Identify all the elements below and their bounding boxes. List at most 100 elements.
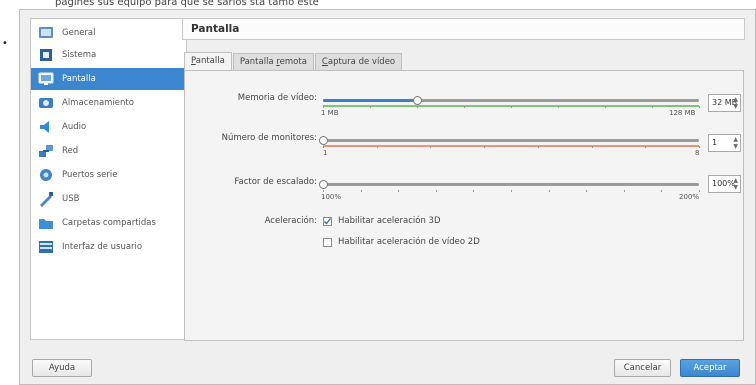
monitors-tick [376,146,378,148]
video-memory-tick [558,106,559,108]
cancel-button[interactable]: Cancelar [614,359,671,377]
scale-factor-spinbox[interactable]: 100% ▲ ▼ [708,175,741,193]
video-memory-tick [370,106,371,108]
sidebar-item-red[interactable]: Red [31,140,186,162]
scale-factor-tick [586,190,588,192]
sidebar-item-label: Carpetas compartidas [62,218,156,228]
sidebar-item-puertos-serie[interactable]: Puertos serie [31,164,186,186]
sidebar-item-label: Interfaz de usuario [62,242,143,252]
video-memory-slider-fill [323,99,417,102]
monitors-tick [430,146,432,148]
tab-captura-de-video[interactable]: Captura de vídeo [314,53,403,70]
general-icon [39,27,53,38]
video-memory-min-label: 1 MB [321,109,339,117]
sidebar-item-general[interactable]: General [31,22,186,44]
spin-arrows-icon[interactable]: ▲ ▼ [733,177,738,191]
sidebar-item-label: USB [62,194,80,204]
tab-bar: Pantalla Pantalla remota Captura de víde… [184,52,403,71]
tab-pantalla-remota[interactable]: Pantalla remota [232,53,314,70]
serial-port-icon [40,169,52,181]
checkbox-label: Habilitar aceleración de vídeo 2D [338,237,480,247]
scale-factor-tick [360,190,362,192]
sidebar-item-almacenamiento[interactable]: Almacenamiento [31,92,186,114]
monitors-slider-handle[interactable] [319,136,328,145]
enable-2d-video-acceleration-checkbox[interactable]: Habilitar aceleración de vídeo 2D [323,237,480,247]
scale-factor-max-label: 200% [679,193,700,201]
monitors-max-label: 8 [695,149,700,157]
accept-button[interactable]: Aceptar [680,359,740,377]
help-button[interactable]: Ayuda [32,359,92,377]
video-memory-tick [323,106,324,108]
page-title: Pantalla [191,23,240,35]
video-memory-slider-track[interactable] [323,99,699,102]
sidebar-item-label: Almacenamiento [62,98,134,108]
monitors-tick [645,146,647,148]
sidebar-item-carpetas-compartidas[interactable]: Carpetas compartidas [31,212,186,234]
monitors-tick [591,146,593,148]
video-memory-tick [417,106,418,108]
acceleration-label: Aceleración: [264,216,317,226]
scale-factor-tick [435,190,437,192]
enable-3d-acceleration-checkbox[interactable]: Habilitar aceleración 3D [323,216,441,226]
video-memory-tick [511,106,512,108]
checkbox-label: Habilitar aceleración 3D [338,216,441,226]
monitor-icon [38,72,54,85]
sidebar-item-label: Sistema [62,50,97,60]
sidebar-item-label: Puertos serie [62,170,118,180]
checkbox-unchecked-icon[interactable] [323,237,332,247]
page-header: Pantalla [182,18,745,40]
scale-factor-slider-track[interactable] [323,183,699,186]
sidebar-item-pantalla[interactable]: Pantalla [31,68,186,90]
sidebar-item-label: Red [62,146,79,156]
scale-factor-tick [473,190,475,192]
video-memory-tick [464,106,465,108]
scale-factor-tick [511,190,512,192]
monitors-tick [484,146,486,148]
scale-factor-tick [548,190,550,192]
system-chip-icon [40,49,52,61]
storage-disk-icon [39,98,53,108]
screen-settings-panel: Memoria de vídeo: 1 MB 128 MB 32 MB ▲ ▼ Nú… [184,70,744,341]
list-bullet: • [2,38,8,49]
video-memory-tick [652,106,653,108]
video-memory-label: Memoria de vídeo: [237,93,317,103]
scale-factor-tick [323,190,324,192]
scale-factor-tick [398,190,400,192]
tab-pantalla[interactable]: Pantalla [184,52,232,71]
scale-factor-tick [661,190,663,192]
sidebar-item-interfaz-de-usuario[interactable]: Interfaz de usuario [31,236,186,258]
sidebar-item-label: General [62,28,96,38]
sidebar-item-sistema[interactable]: Sistema [31,44,186,66]
scale-factor-tick [699,190,700,192]
sidebar-item-audio[interactable]: Audio [31,116,186,138]
shared-folder-icon [39,219,53,229]
scale-factor-label: Factor de escalado: [234,177,317,187]
usb-icon [40,192,53,207]
sidebar-item-label: Audio [62,122,87,132]
network-icon [39,145,53,157]
monitors-label: Número de monitores: [221,133,317,143]
video-memory-slider-handle[interactable] [413,96,422,105]
scale-factor-tick [623,190,625,192]
monitors-slider-track[interactable] [323,139,699,142]
spin-arrows-icon[interactable]: ▲ ▼ [733,136,738,150]
monitors-spinbox[interactable]: 1 ▲ ▼ [708,134,741,152]
video-memory-tick [699,106,700,108]
sidebar-item-usb[interactable]: USB [31,188,186,210]
spin-arrows-icon[interactable]: ▲ ▼ [733,96,738,110]
checkbox-checked-icon[interactable] [323,216,332,226]
scale-factor-min-label: 100% [321,193,342,201]
monitors-tick [323,146,324,148]
scale-factor-slider-handle[interactable] [319,180,328,189]
video-memory-max-label: 128 MB [669,109,696,117]
sidebar-item-label: Pantalla [62,74,96,84]
settings-dialog: General Sistema Pantalla Almacenamiento … [19,9,756,385]
video-memory-spinbox[interactable]: 32 MB ▲ ▼ [708,94,741,112]
video-memory-tick [605,106,606,108]
speaker-icon [40,121,49,133]
monitors-tick [537,146,539,148]
user-interface-icon [39,241,53,253]
monitors-warning-zone [323,145,699,147]
settings-sidebar: General Sistema Pantalla Almacenamiento … [30,18,187,340]
monitors-tick [699,146,700,148]
